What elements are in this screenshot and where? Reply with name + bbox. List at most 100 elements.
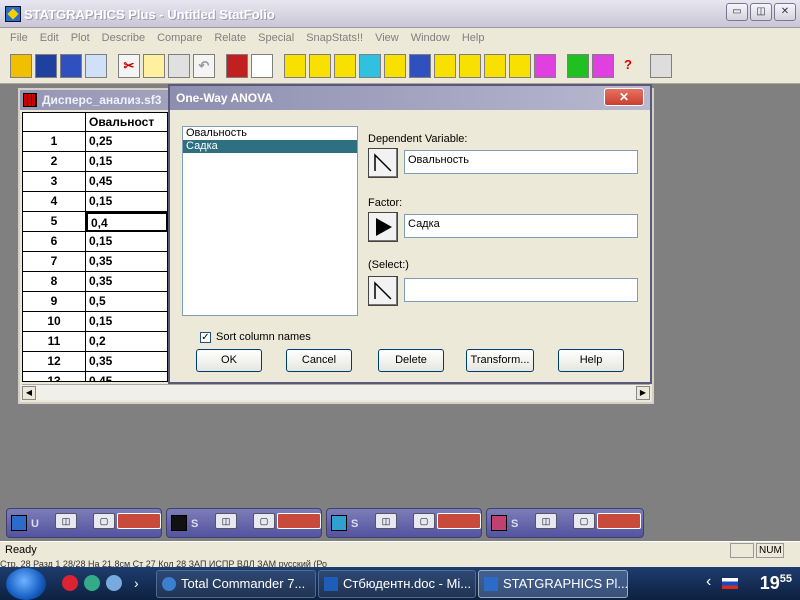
data-cell[interactable]: 0,25	[86, 132, 168, 152]
quicklaunch-icon[interactable]	[62, 575, 78, 591]
print-icon[interactable]	[226, 54, 248, 78]
restore-icon[interactable]: ◫	[215, 513, 237, 529]
delete-button[interactable]: Delete	[378, 349, 444, 372]
restore-icon[interactable]: ◫	[55, 513, 77, 529]
dependent-variable-field[interactable]: Овальность	[404, 150, 638, 174]
menu-help[interactable]: Help	[456, 32, 491, 44]
sort-checkbox[interactable]: ✓	[200, 331, 211, 343]
dialog-close-button[interactable]: ✕	[604, 88, 644, 106]
menu-window[interactable]: Window	[405, 32, 456, 44]
quicklaunch-chevron-icon[interactable]: ›	[134, 575, 139, 591]
transform-button[interactable]: Transform...	[466, 349, 534, 372]
cut-icon[interactable]: ✂	[118, 54, 140, 78]
help-button[interactable]: Help	[558, 349, 624, 372]
menu-describe[interactable]: Describe	[96, 32, 151, 44]
menu-snapstats[interactable]: SnapStats!!	[300, 32, 369, 44]
column-header[interactable]: Овальност	[86, 112, 168, 132]
list-item-selected[interactable]: Садка	[183, 140, 357, 153]
minimized-window[interactable]: S ◫ ▢	[166, 508, 322, 538]
menu-file[interactable]: File	[4, 32, 34, 44]
menu-plot[interactable]: Plot	[65, 32, 96, 44]
maximize-icon[interactable]: ▢	[253, 513, 275, 529]
save-icon[interactable]	[35, 54, 57, 78]
data-cell[interactable]: 0,15	[86, 312, 168, 332]
step-chart-icon[interactable]	[509, 54, 531, 78]
calculator-icon[interactable]	[650, 54, 672, 78]
horizontal-scrollbar[interactable]: ◀ ▶	[22, 384, 650, 400]
statadvisor-icon[interactable]	[567, 54, 589, 78]
close-icon[interactable]	[117, 513, 161, 529]
paste-icon[interactable]	[168, 54, 190, 78]
close-icon[interactable]	[277, 513, 321, 529]
data-cell[interactable]: 0,45	[86, 172, 168, 192]
sort-column-names-option[interactable]: ✓ Sort column names	[200, 331, 311, 343]
data-cell[interactable]: 0,5	[86, 292, 168, 312]
row-number[interactable]: 11	[22, 332, 86, 352]
tray-expand-icon[interactable]: ‹	[706, 573, 711, 591]
restore-icon[interactable]: ◫	[375, 513, 397, 529]
close-icon[interactable]	[597, 513, 641, 529]
close-button[interactable]: ✕	[774, 3, 796, 21]
print-preview-icon[interactable]	[251, 54, 273, 78]
quicklaunch-icon[interactable]	[84, 575, 100, 591]
language-flag-icon[interactable]	[722, 578, 738, 589]
taskbar-item-word[interactable]: Стбюдентн.doc - Mi...	[318, 570, 476, 598]
close-icon[interactable]	[437, 513, 481, 529]
cancel-button[interactable]: Cancel	[286, 349, 352, 372]
row-number[interactable]: 6	[22, 232, 86, 252]
row-number[interactable]: 3	[22, 172, 86, 192]
row-number[interactable]: 4	[22, 192, 86, 212]
quicklaunch-icon[interactable]	[106, 575, 122, 591]
minimized-window[interactable]: S ◫ ▢	[326, 508, 482, 538]
row-number[interactable]: 12	[22, 352, 86, 372]
row-header-corner[interactable]	[22, 112, 86, 132]
row-number[interactable]: 10	[22, 312, 86, 332]
glm-icon[interactable]	[534, 54, 556, 78]
menu-view[interactable]: View	[369, 32, 405, 44]
row-number[interactable]: 2	[22, 152, 86, 172]
select-field[interactable]	[404, 278, 638, 302]
bar-chart-icon[interactable]	[334, 54, 356, 78]
ok-button[interactable]: OK	[196, 349, 262, 372]
maximize-icon[interactable]: ▢	[413, 513, 435, 529]
matrix-plot-icon[interactable]	[384, 54, 406, 78]
data-cell[interactable]: 0,35	[86, 352, 168, 372]
data-cell[interactable]: 0,15	[86, 232, 168, 252]
menu-edit[interactable]: Edit	[34, 32, 65, 44]
box-plot-icon[interactable]	[309, 54, 331, 78]
undo-icon[interactable]: ↶	[193, 54, 215, 78]
row-number[interactable]: 7	[22, 252, 86, 272]
data-cell[interactable]: 0,15	[86, 152, 168, 172]
select-button[interactable]	[368, 276, 398, 306]
dependent-variable-button[interactable]	[368, 148, 398, 178]
spreadsheet-icon[interactable]	[60, 54, 82, 78]
active-data-cell[interactable]: 0,4	[86, 212, 168, 232]
help-question-icon[interactable]: ?	[617, 54, 639, 78]
save-data-icon[interactable]	[85, 54, 107, 78]
minimize-button[interactable]: ▭	[726, 3, 748, 21]
factor-field[interactable]: Садка	[404, 214, 638, 238]
data-cell[interactable]: 0,35	[86, 272, 168, 292]
row-number[interactable]: 1	[22, 132, 86, 152]
control-chart-icon[interactable]	[409, 54, 431, 78]
copy-icon[interactable]	[143, 54, 165, 78]
menu-relate[interactable]: Relate	[208, 32, 252, 44]
distribution-icon[interactable]	[434, 54, 456, 78]
factor-button[interactable]	[368, 212, 398, 242]
globe-plot-icon[interactable]	[484, 54, 506, 78]
row-number[interactable]: 8	[22, 272, 86, 292]
line-chart-icon[interactable]	[459, 54, 481, 78]
taskbar-item-total-commander[interactable]: Total Commander 7...	[156, 570, 316, 598]
data-cell[interactable]: 0,15	[86, 192, 168, 212]
row-number[interactable]: 5	[22, 212, 86, 232]
dialog-title-bar[interactable]: One-Way ANOVA ✕	[170, 86, 650, 110]
scatter-plot-icon[interactable]	[284, 54, 306, 78]
maximize-icon[interactable]: ▢	[573, 513, 595, 529]
clock[interactable]: 1955	[760, 573, 792, 594]
restore-button[interactable]: ◫	[750, 3, 772, 21]
scatter-cross-icon[interactable]	[359, 54, 381, 78]
row-number[interactable]: 9	[22, 292, 86, 312]
taskbar-item-statgraphics[interactable]: STATGRAPHICS Pl...	[478, 570, 628, 598]
data-cell[interactable]: 0,35	[86, 252, 168, 272]
scroll-left-icon[interactable]: ◀	[22, 386, 36, 400]
